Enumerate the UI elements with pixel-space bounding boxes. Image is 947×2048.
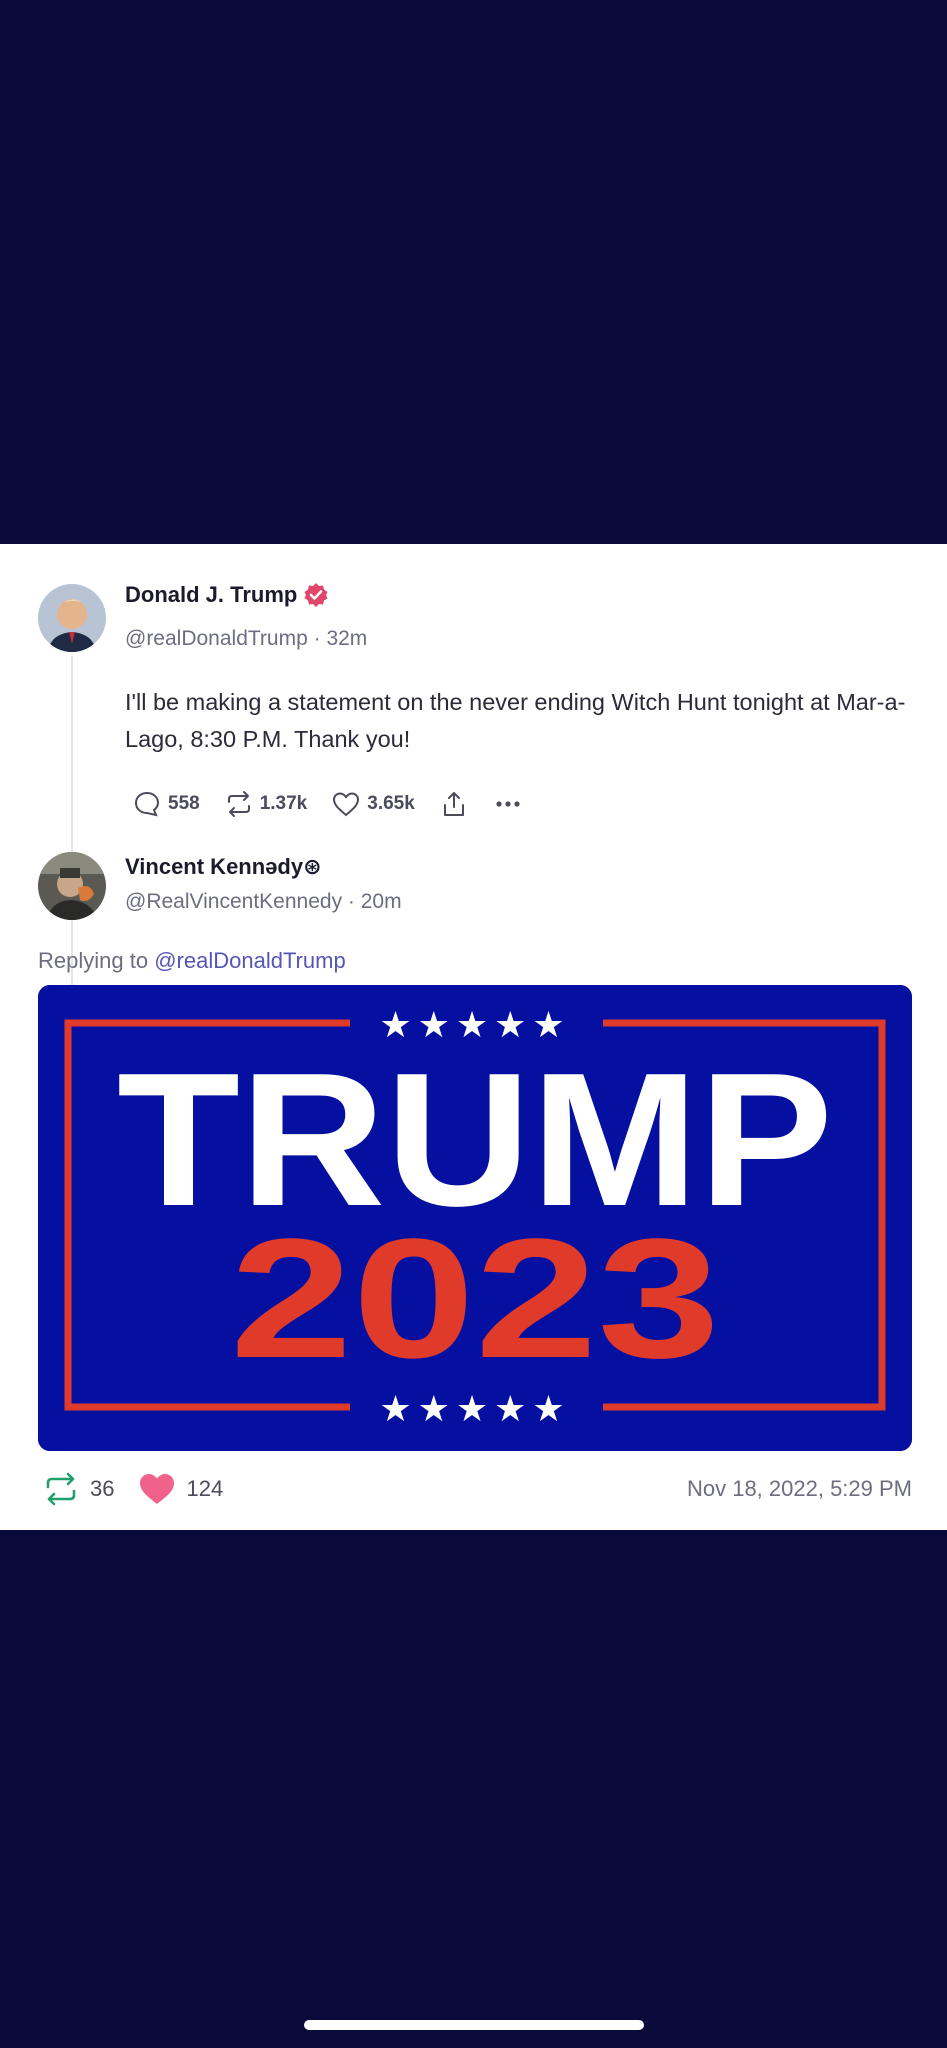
- banner-line2: 2023: [230, 1204, 720, 1394]
- reply-repost-count: 36: [90, 1476, 115, 1501]
- home-indicator[interactable]: [304, 2020, 644, 2030]
- avatar-photo-icon: [38, 584, 106, 652]
- author-name-label: Donald J. Trump: [125, 582, 298, 607]
- post-actions: 558 1.37k 3.65k: [132, 784, 547, 824]
- bottom-stars: ★★★★★: [379, 1389, 570, 1430]
- replying-prefix: Replying to: [38, 948, 149, 973]
- heart-filled-icon: [140, 1474, 175, 1504]
- replying-mention-link[interactable]: @realDonaldTrump: [154, 948, 345, 973]
- reply-footer: 36 124 Nov 18, 2022, 5:29 PM: [42, 1468, 912, 1510]
- repost-count: 1.37k: [259, 793, 308, 814]
- repost-green-icon: [46, 1472, 76, 1506]
- trump-2023-banner: ★★★★★ ★★★★★ TRUMP 2023: [38, 985, 912, 1451]
- verified-badge-icon: [304, 583, 328, 607]
- author-handle-time: @realDonaldTrump · 32m: [125, 627, 368, 650]
- like-count: 3.65k: [367, 793, 415, 814]
- reply-button[interactable]: 558: [132, 789, 200, 819]
- reply-author-avatar[interactable]: [38, 852, 106, 920]
- attached-image[interactable]: ★★★★★ ★★★★★ TRUMP 2023: [38, 985, 912, 1451]
- reply-count: 558: [168, 793, 200, 814]
- reply-author-handle-time: @RealVincentKennedy · 20m: [125, 890, 402, 913]
- share-button[interactable]: [439, 789, 469, 819]
- repost-button[interactable]: 1.37k: [224, 789, 308, 819]
- reply-like-button[interactable]: 124: [138, 1470, 223, 1508]
- avatar-photo-icon: [38, 852, 106, 920]
- more-dots-icon: [496, 801, 520, 807]
- post-text: I'll be making a statement on the never …: [125, 689, 906, 752]
- author-name[interactable]: Donald J. Trump: [125, 582, 329, 608]
- post-timestamp: Nov 18, 2022, 5:29 PM: [686, 1476, 912, 1501]
- repost-icon: [227, 791, 250, 817]
- reply-author-name[interactable]: Vincent Kennədy⊛: [125, 854, 322, 880]
- reply-like-count: 124: [186, 1476, 224, 1501]
- heart-outline-icon: [333, 792, 360, 817]
- post-card: Donald J. Trump @realDonaldTrump · 32m I…: [0, 544, 947, 1530]
- reply-repost-button[interactable]: 36: [42, 1470, 114, 1508]
- like-button[interactable]: 3.65k: [331, 789, 415, 819]
- replying-to: Replying to @realDonaldTrump: [38, 948, 346, 974]
- share-icon: [443, 792, 464, 816]
- author-avatar[interactable]: [38, 584, 106, 652]
- more-button[interactable]: [493, 789, 523, 819]
- comment-icon: [134, 791, 160, 817]
